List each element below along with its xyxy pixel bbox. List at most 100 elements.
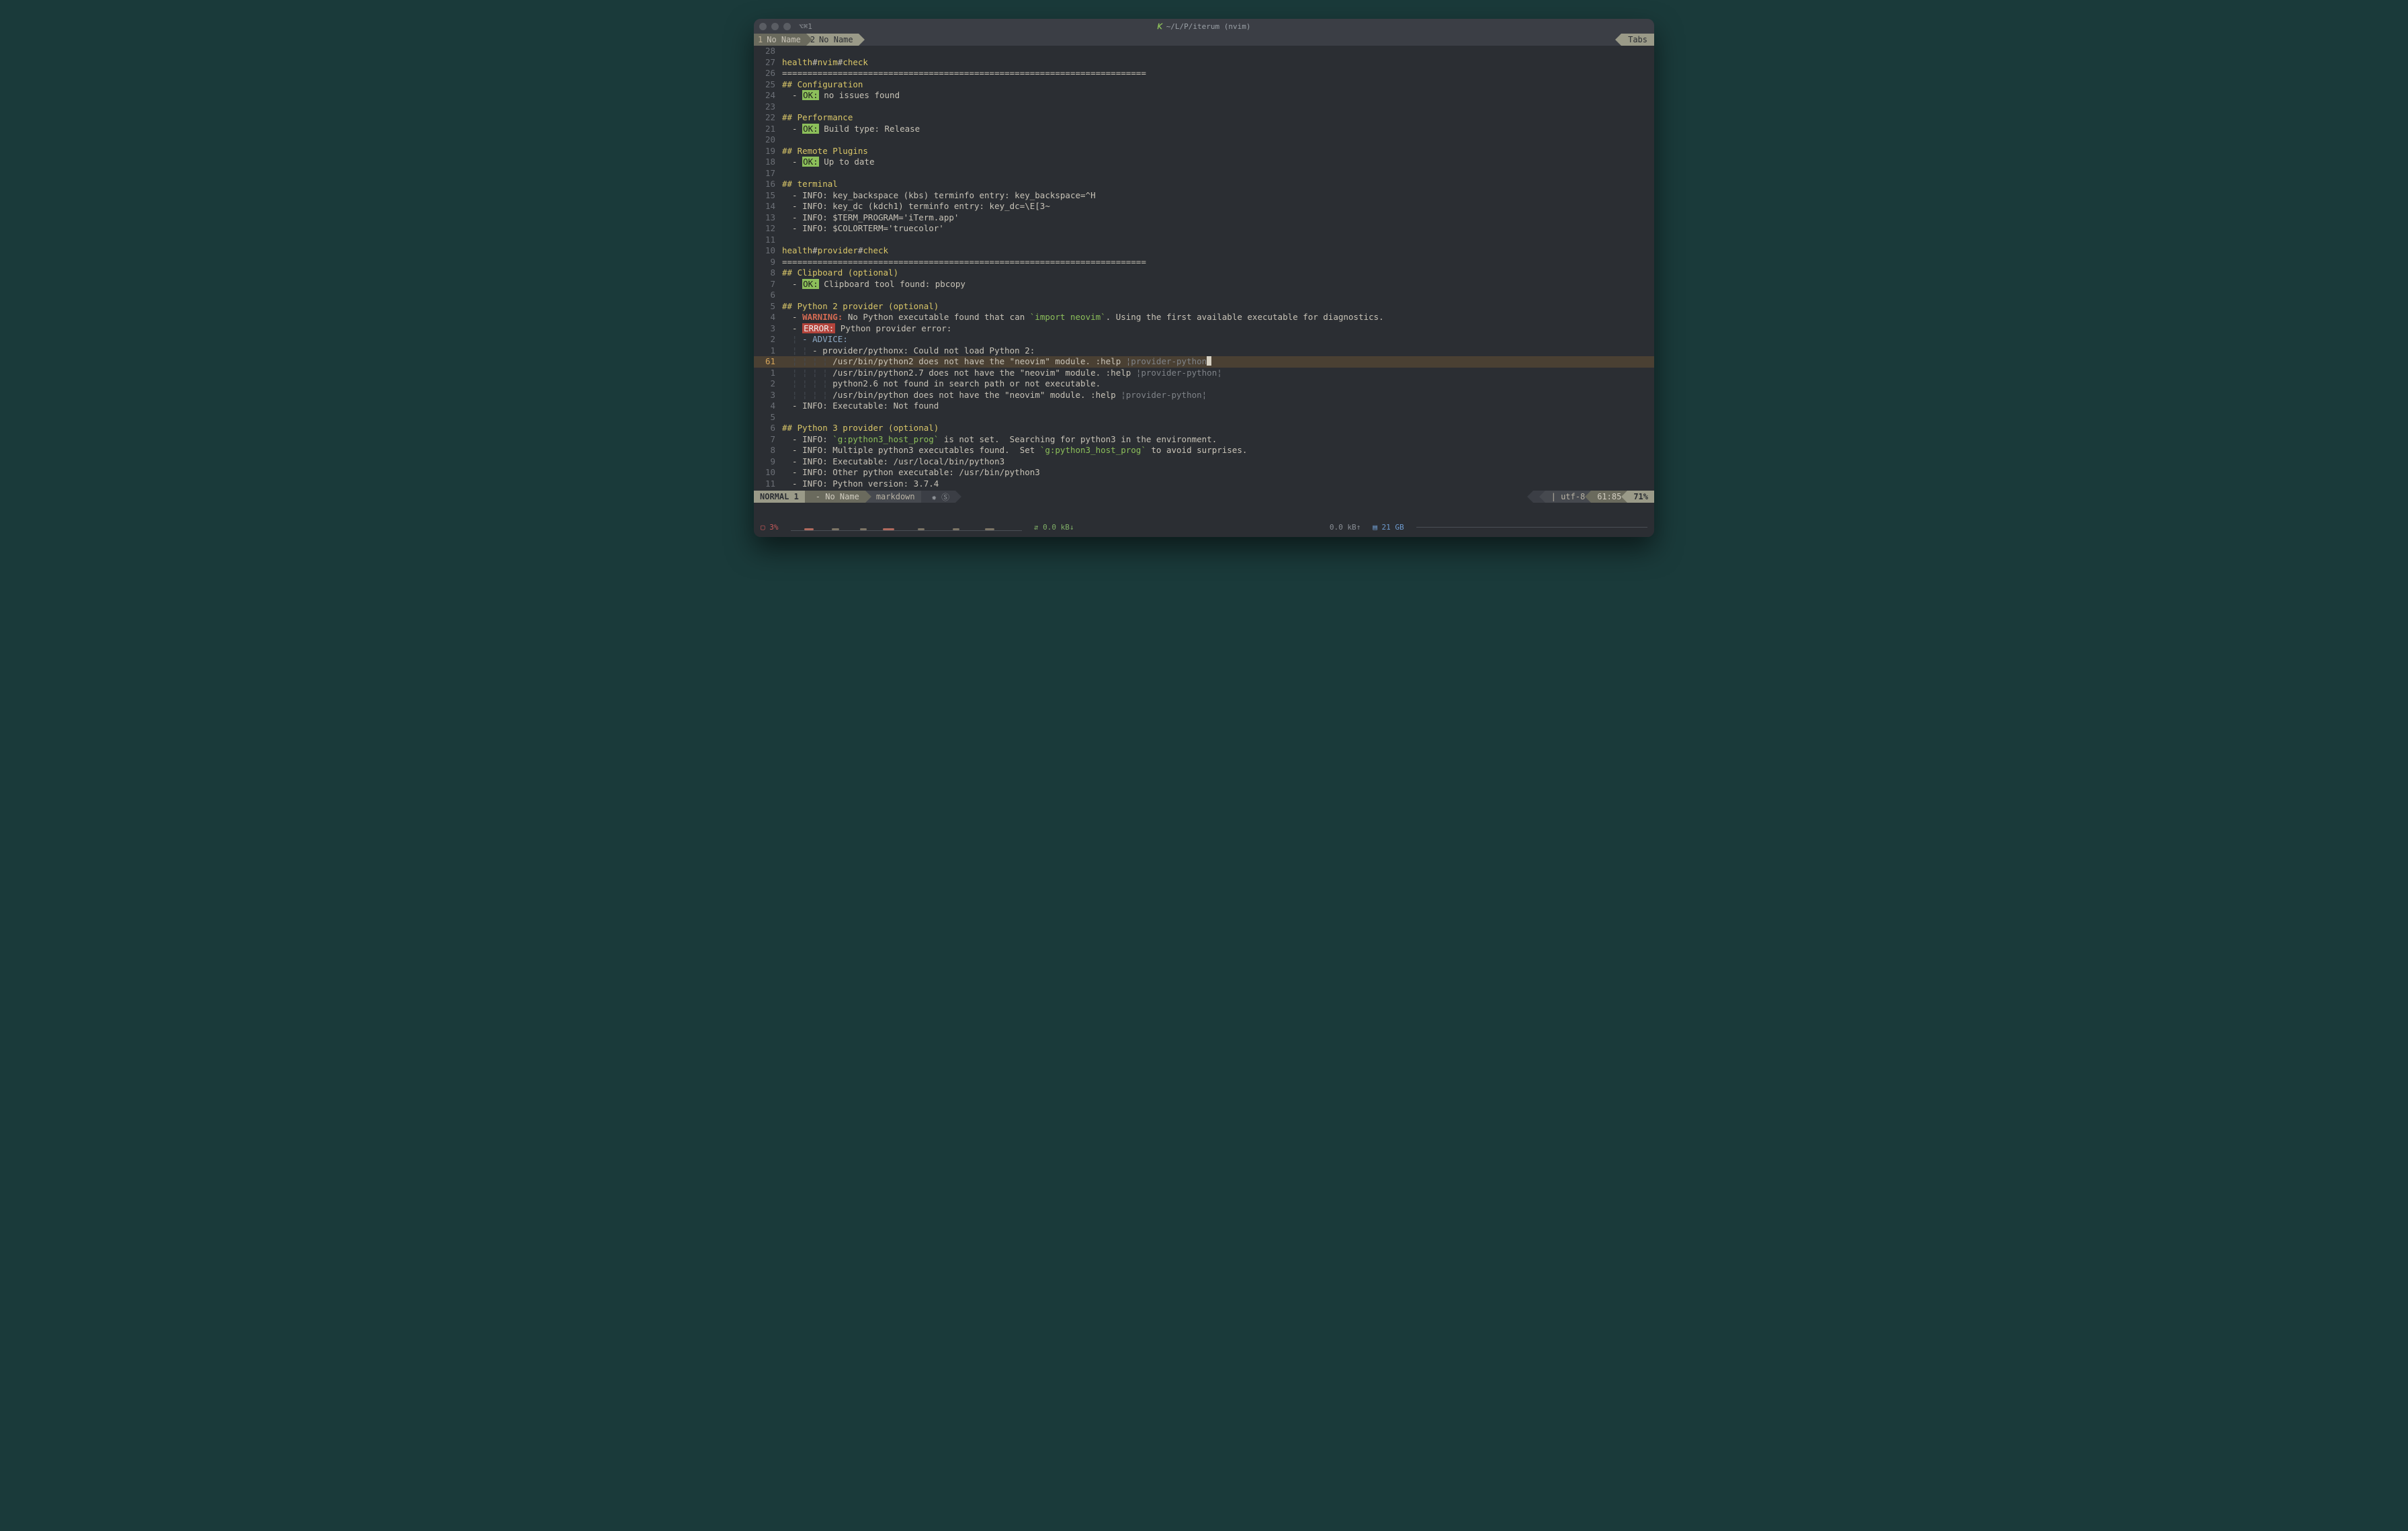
editor-line[interactable]: 5## Python 2 provider (optional)	[754, 301, 1654, 313]
line-content: - INFO: Multiple python3 executables fou…	[782, 445, 1654, 456]
traffic-lights	[759, 23, 791, 30]
editor-line[interactable]: 11	[754, 235, 1654, 246]
editor-line[interactable]: 8 - INFO: Multiple python3 executables f…	[754, 445, 1654, 456]
line-content: - INFO: Python version: 3.7.4	[782, 479, 1654, 490]
line-content: ## Python 3 provider (optional)	[782, 423, 1654, 434]
editor-line[interactable]: 27health#nvim#check	[754, 57, 1654, 69]
line-content: ¦ ¦ - provider/pythonx: Could not load P…	[782, 345, 1654, 357]
editor-line[interactable]: 10health#provider#check	[754, 245, 1654, 257]
editor-line[interactable]: 61 ¦ ¦ ¦ ¦ /usr/bin/python2 does not hav…	[754, 356, 1654, 368]
editor-line[interactable]: 17	[754, 168, 1654, 179]
disk-indicator: ▤ 21 GB	[1373, 523, 1404, 532]
line-content: health#nvim#check	[782, 57, 1654, 69]
line-number: 26	[754, 68, 782, 79]
editor-line[interactable]: 22## Performance	[754, 112, 1654, 124]
editor-line[interactable]: 9=======================================…	[754, 257, 1654, 268]
editor-line[interactable]: 24 - OK: no issues found	[754, 90, 1654, 101]
tab[interactable]: 1No Name	[754, 34, 806, 46]
editor-line[interactable]: 10 - INFO: Other python executable: /usr…	[754, 467, 1654, 479]
editor-line[interactable]: 11 - INFO: Python version: 3.7.4	[754, 479, 1654, 490]
line-content: - OK: Up to date	[782, 157, 1654, 168]
line-content: ¦ ¦ ¦ ¦ /usr/bin/python does not have th…	[782, 390, 1654, 401]
editor-line[interactable]: 14 - INFO: key_dc (kdch1) terminfo entry…	[754, 201, 1654, 212]
editor-line[interactable]: 8## Clipboard (optional)	[754, 267, 1654, 279]
tab[interactable]: 2No Name	[806, 34, 859, 46]
editor-line[interactable]: 25## Configuration	[754, 79, 1654, 91]
editor-line[interactable]: 7 - OK: Clipboard tool found: pbcopy	[754, 279, 1654, 290]
editor-line[interactable]: 4 - INFO: Executable: Not found	[754, 401, 1654, 412]
editor-line[interactable]: 18 - OK: Up to date	[754, 157, 1654, 168]
line-number: 11	[754, 235, 782, 246]
line-content	[782, 134, 1654, 146]
zoom-icon[interactable]	[783, 23, 791, 30]
line-number: 10	[754, 467, 782, 479]
editor-viewport[interactable]: 2827health#nvim#check26=================…	[754, 46, 1654, 491]
line-number: 23	[754, 101, 782, 113]
editor-line[interactable]: 4 - WARNING: No Python executable found …	[754, 312, 1654, 323]
line-number: 8	[754, 445, 782, 456]
editor-line[interactable]: 1 ¦ ¦ - provider/pythonx: Could not load…	[754, 345, 1654, 357]
editor-line[interactable]: 2 ¦ - ADVICE:	[754, 334, 1654, 345]
line-number: 24	[754, 90, 782, 101]
line-number: 6	[754, 290, 782, 301]
editor-line[interactable]: 20	[754, 134, 1654, 146]
line-content: ¦ ¦ ¦ ¦ /usr/bin/python2 does not have t…	[782, 356, 1654, 368]
editor-line[interactable]: 6## Python 3 provider (optional)	[754, 423, 1654, 434]
editor-line[interactable]: 7 - INFO: `g:python3_host_prog` is not s…	[754, 434, 1654, 446]
line-content: - INFO: Executable: /usr/local/bin/pytho…	[782, 456, 1654, 468]
line-number: 25	[754, 79, 782, 91]
filetype-segment: markdown	[865, 491, 921, 503]
editor-line[interactable]: 28	[754, 46, 1654, 57]
line-content: - INFO: Other python executable: /usr/bi…	[782, 467, 1654, 479]
editor-line[interactable]: 21 - OK: Build type: Release	[754, 124, 1654, 135]
encoding-segment: | utf-8	[1545, 491, 1592, 503]
line-content: ## Python 2 provider (optional)	[782, 301, 1654, 313]
editor-line[interactable]: 16## terminal	[754, 179, 1654, 190]
line-number: 1	[754, 345, 782, 357]
editor-line[interactable]: 19## Remote Plugins	[754, 146, 1654, 157]
line-number: 7	[754, 279, 782, 290]
editor-line[interactable]: 2 ¦ ¦ ¦ ¦ python2.6 not found in search …	[754, 378, 1654, 390]
line-content	[782, 235, 1654, 246]
mode-segment: NORMAL 1	[754, 491, 805, 503]
line-number: 13	[754, 212, 782, 224]
window-title: 𝘒 ~/L/P/iterum (nvim)	[1157, 22, 1250, 31]
editor-line[interactable]: 26======================================…	[754, 68, 1654, 79]
line-number: 1	[754, 368, 782, 379]
editor-line[interactable]: 13 - INFO: $TERM_PROGRAM='iTerm.app'	[754, 212, 1654, 224]
editor-line[interactable]: 3 ¦ ¦ ¦ ¦ /usr/bin/python does not have …	[754, 390, 1654, 401]
editor-line[interactable]: 9 - INFO: Executable: /usr/local/bin/pyt…	[754, 456, 1654, 468]
editor-line[interactable]: 3 - ERROR: Python provider error:	[754, 323, 1654, 335]
line-content: - INFO: $COLORTERM='truecolor'	[782, 223, 1654, 235]
editor-line[interactable]: 12 - INFO: $COLORTERM='truecolor'	[754, 223, 1654, 235]
editor-line[interactable]: 5	[754, 412, 1654, 423]
line-content: ## Remote Plugins	[782, 146, 1654, 157]
line-number: 17	[754, 168, 782, 179]
line-number: 19	[754, 146, 782, 157]
line-content: - INFO: `g:python3_host_prog` is not set…	[782, 434, 1654, 446]
line-number: 61	[754, 356, 782, 368]
line-content	[782, 290, 1654, 301]
close-icon[interactable]	[759, 23, 767, 30]
editor-line[interactable]: 15 - INFO: key_backspace (kbs) terminfo …	[754, 190, 1654, 202]
app-icon: 𝘒	[1157, 22, 1162, 31]
line-number: 3	[754, 323, 782, 335]
editor-line[interactable]: 6	[754, 290, 1654, 301]
line-number: 16	[754, 179, 782, 190]
editor-line[interactable]: 1 ¦ ¦ ¦ ¦ /usr/bin/python2.7 does not ha…	[754, 368, 1654, 379]
line-number: 12	[754, 223, 782, 235]
minimize-icon[interactable]	[771, 23, 779, 30]
line-number: 5	[754, 412, 782, 423]
line-number: 18	[754, 157, 782, 168]
line-number: 4	[754, 401, 782, 412]
line-content: ## Clipboard (optional)	[782, 267, 1654, 279]
net-sparkline	[1416, 527, 1647, 528]
cmdline-area[interactable]	[754, 503, 1654, 522]
battery-indicator: ▢ 3%	[761, 523, 779, 532]
line-content	[782, 412, 1654, 423]
editor-line[interactable]: 23	[754, 101, 1654, 113]
line-content: ========================================…	[782, 68, 1654, 79]
tabs-label: Tabs	[1621, 34, 1654, 46]
tabline: 1No Name2No Name Tabs	[754, 34, 1654, 46]
system-status-bar: ▢ 3% ⇵ 0.0 kB↓ 0.0 kB↑ ▤ 21 GB	[754, 522, 1654, 537]
